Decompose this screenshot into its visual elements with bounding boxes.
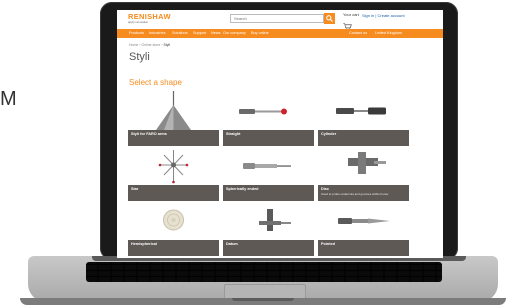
faro-stylus-image [156,91,191,130]
cylinder-stylus-image [336,107,386,115]
shape-card-star[interactable]: Star [128,146,219,201]
card-label: Star [131,187,139,191]
main-nav: Products Industries Solutions Support Ne… [117,29,443,38]
search-input[interactable] [230,14,324,23]
card-label: Styli for FARO arms [131,132,167,136]
nav-item-contact-us[interactable]: Contact us [349,31,367,35]
card-label-bar: Disc Used to probe undercuts and grooves… [318,185,409,201]
card-label: Pointed [321,242,335,246]
laptop-notch [232,298,294,301]
nav-item-support[interactable]: Support [193,31,206,35]
nav-item-news[interactable]: News [211,31,221,35]
datum-stylus-image [259,209,291,231]
shape-card-cylinder[interactable]: Cylinder [318,91,409,146]
card-label: Disc [321,187,330,191]
card-label-bar: Spherically ended [223,185,314,201]
card-label: Datum [226,242,238,246]
nav-item-industries[interactable]: Industries [149,31,165,35]
logo-tagline: apply innovation [128,20,149,24]
disc-stylus-image [348,152,386,174]
shape-card-hemispherical[interactable]: Hemispherical [128,201,219,256]
card-label-bar: Straight [223,130,314,146]
cart-label: Your cart [343,12,359,17]
section-title: Select a shape [129,78,182,87]
card-label-bar: Hemispherical [128,240,219,256]
card-label-bar: Datum [223,240,314,256]
shape-card-straight[interactable]: Straight [223,91,314,146]
straight-stylus-image [239,108,287,115]
nav-item-buy-online[interactable]: Buy online [251,31,269,35]
nav-item-country[interactable]: United Kingdom [375,31,402,35]
laptop-keyboard [86,262,442,282]
nav-item-solutions[interactable]: Solutions [172,31,188,35]
renishaw-logo[interactable]: RENISHAW apply innovation [128,13,171,24]
nav-item-our-company[interactable]: Our company [223,31,246,35]
signin-link[interactable]: Sign in | Create account [362,13,405,18]
card-label: Straight [226,132,241,136]
shape-card-pointed[interactable]: Pointed [318,201,409,256]
shape-card-faro[interactable]: Styli for FARO arms [128,91,219,146]
card-label-bar: Star [128,185,219,201]
background-letter: M [0,88,17,110]
card-label-bar: Styli for FARO arms [128,130,219,146]
card-label: Hemispherical [131,242,157,246]
breadcrumb: Home › Online store › Styli [129,43,170,47]
breadcrumb-online-store[interactable]: Online store [141,43,160,47]
shape-card-spherically-ended[interactable]: Spherically ended [223,146,314,201]
breadcrumb-current: Styli [163,43,171,47]
search-icon [326,15,333,22]
laptop-screen: RENISHAW apply innovation Your cart Sign… [117,10,443,258]
shape-card-disc[interactable]: Disc Used to probe undercuts and grooves… [318,146,409,201]
card-label-bar: Cylinder [318,130,409,146]
shape-card-datum[interactable]: Datum [223,201,314,256]
card-label: Cylinder [321,132,337,136]
card-description: Used to probe undercuts and grooves with… [321,192,389,196]
page-title: Styli [129,51,150,63]
card-label-bar: Pointed [318,240,409,256]
nav-item-products[interactable]: Products [129,31,144,35]
hemispherical-stylus-image [163,209,184,231]
pointed-stylus-image [338,218,390,224]
site-header: RENISHAW apply innovation Your cart Sign… [117,10,443,30]
breadcrumb-home[interactable]: Home [129,43,138,47]
star-stylus-image [158,150,189,184]
search-button[interactable] [324,13,335,24]
card-label: Spherically ended [226,187,259,191]
spherically-ended-stylus-image [243,163,291,169]
